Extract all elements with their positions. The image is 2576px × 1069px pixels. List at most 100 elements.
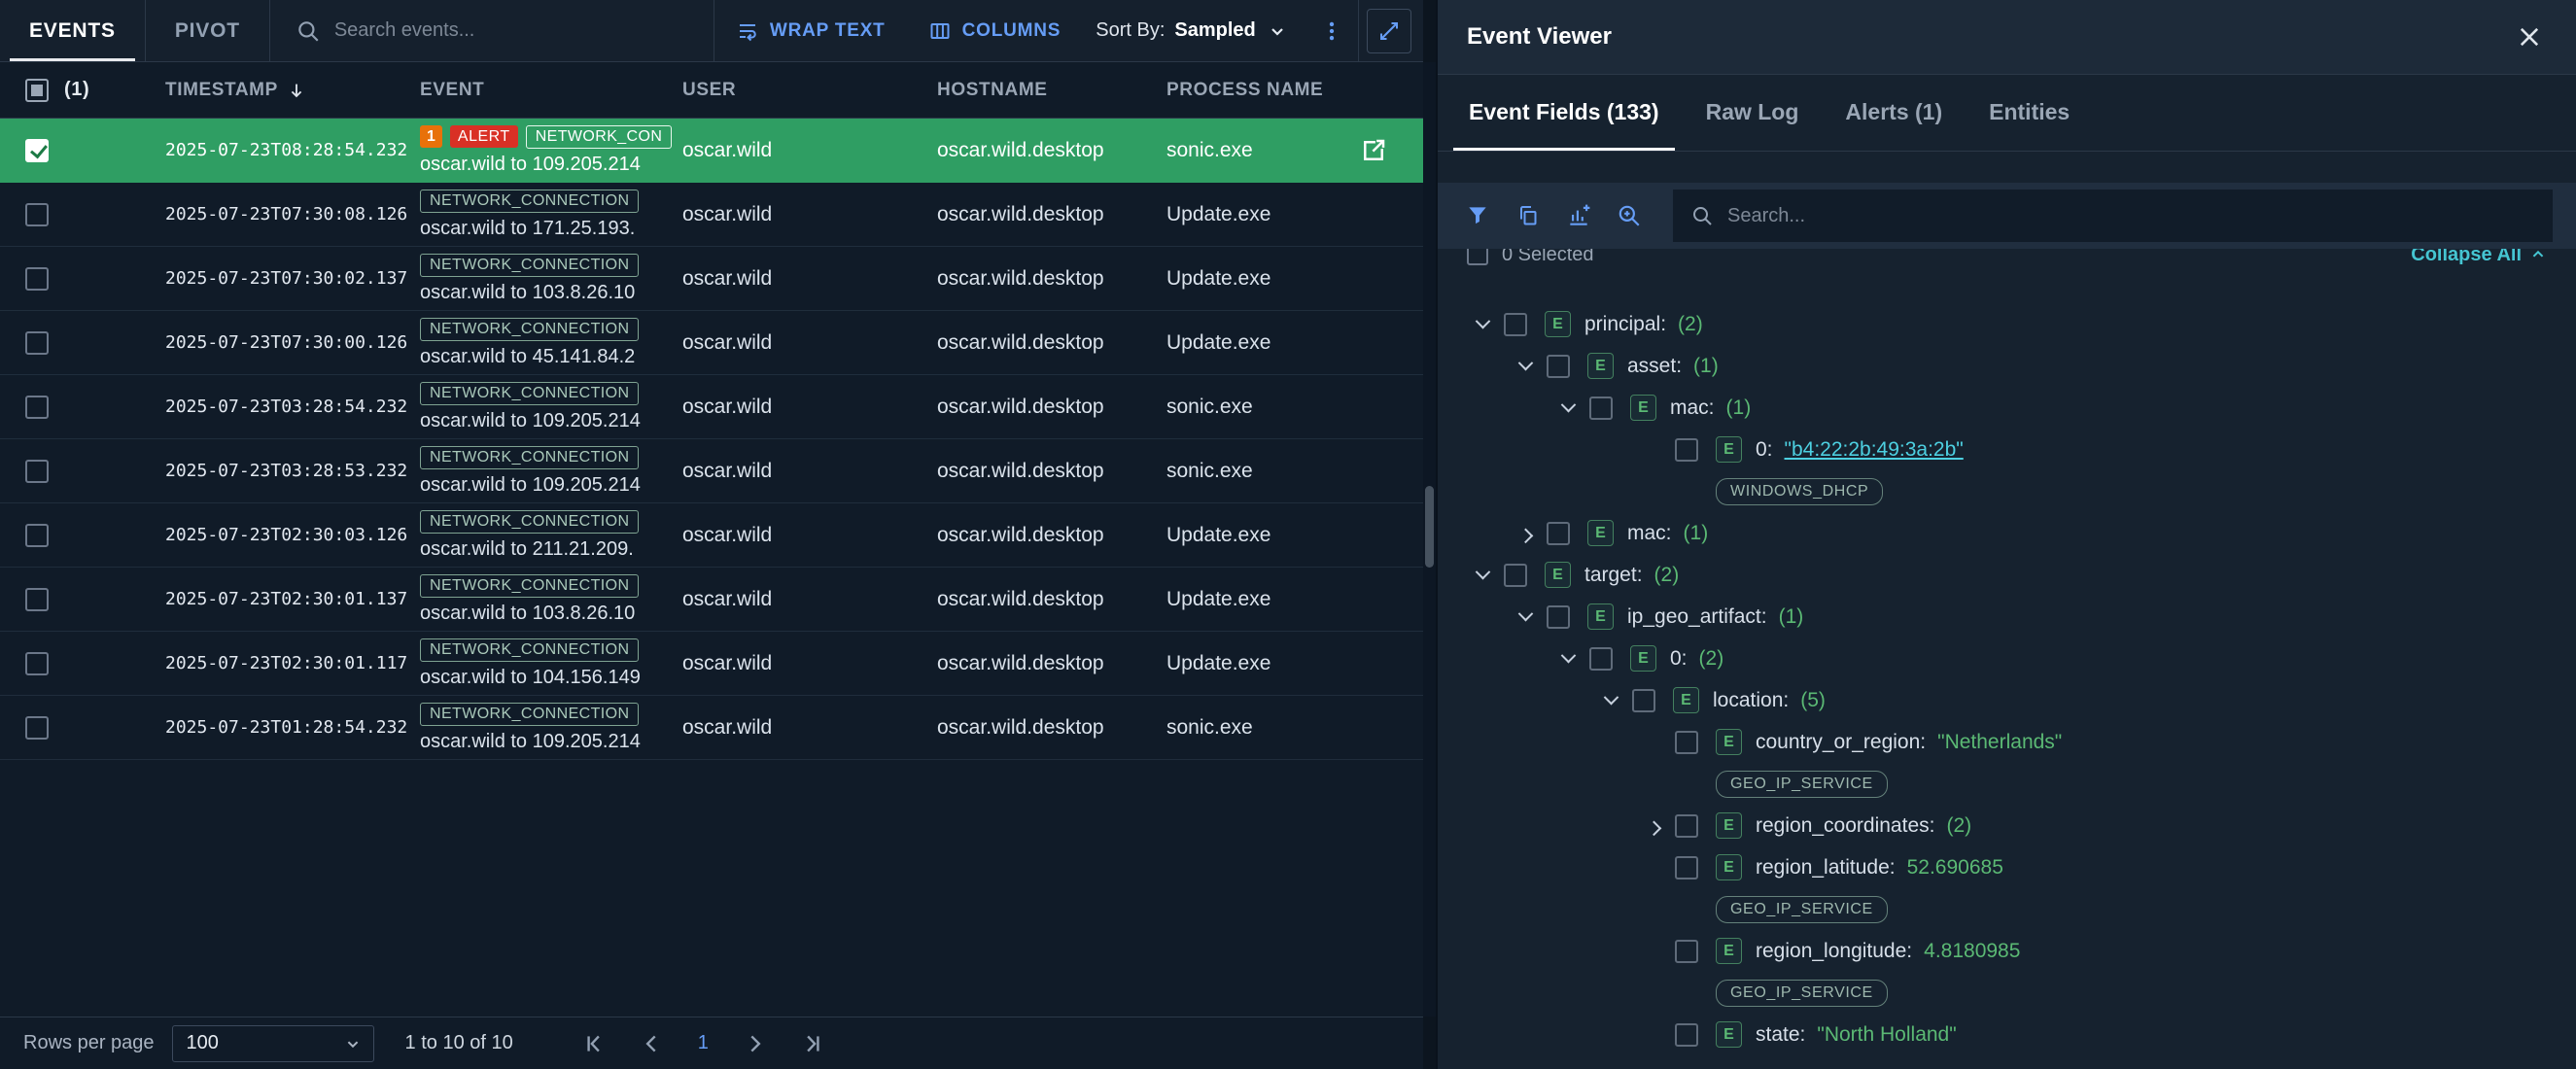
- select-all-fields-checkbox[interactable]: [1467, 249, 1488, 265]
- tree-row[interactable]: Etarget:(2): [1438, 554, 2576, 596]
- tab-alerts-1[interactable]: Alerts (1): [1822, 74, 1966, 151]
- next-page-button[interactable]: [738, 1027, 771, 1060]
- more-options-button[interactable]: [1305, 0, 1358, 61]
- chevron-right-icon[interactable]: [1646, 821, 1661, 837]
- tree-row[interactable]: Emac:(1): [1438, 387, 2576, 429]
- tree-row[interactable]: Eregion_longitude:4.8180985: [1438, 930, 2576, 972]
- tree-checkbox[interactable]: [1589, 647, 1613, 671]
- tab-events[interactable]: EVENTS: [0, 0, 145, 61]
- collapse-all-link[interactable]: Collapse All: [2411, 249, 2549, 266]
- row-checkbox[interactable]: [25, 588, 49, 611]
- row-checkbox[interactable]: [25, 331, 49, 355]
- row-checkbox[interactable]: [25, 716, 49, 740]
- sort-by-control[interactable]: Sort By: Sampled: [1082, 0, 1303, 61]
- tree-row[interactable]: Eip_geo_artifact:(1): [1438, 596, 2576, 638]
- events-search-input[interactable]: [334, 19, 655, 42]
- tree-checkbox[interactable]: [1547, 355, 1570, 378]
- row-checkbox[interactable]: [25, 203, 49, 226]
- tree-checkbox[interactable]: [1547, 522, 1570, 545]
- tree-checkbox[interactable]: [1675, 814, 1698, 838]
- tree-checkbox[interactable]: [1589, 397, 1613, 420]
- chevron-right-icon[interactable]: [1517, 529, 1533, 544]
- column-header-hostname[interactable]: HOSTNAME: [937, 80, 1166, 101]
- column-header-process-name[interactable]: PROCESS NAME: [1166, 80, 1423, 101]
- chevron-down-icon[interactable]: [1517, 356, 1533, 371]
- events-search[interactable]: [270, 0, 714, 61]
- row-checkbox[interactable]: [25, 524, 49, 547]
- event-viewer-panel: Event Viewer Event Fields (133)Raw LogAl…: [1436, 0, 2576, 1069]
- tree-checkbox[interactable]: [1675, 731, 1698, 754]
- tree-row[interactable]: E0:"b4:22:2b:49:3a:2b": [1438, 429, 2576, 470]
- chevron-down-icon[interactable]: [1603, 690, 1619, 706]
- table-row[interactable]: 2025-07-23T07:30:02.137 NETWORK_CONNECTI…: [0, 247, 1423, 311]
- row-checkbox[interactable]: [25, 139, 49, 162]
- tree-checkbox[interactable]: [1675, 856, 1698, 879]
- filter-fields-button[interactable]: [1455, 193, 1500, 238]
- prev-page-button[interactable]: [636, 1027, 669, 1060]
- table-row[interactable]: 2025-07-23T02:30:01.137 NETWORK_CONNECTI…: [0, 568, 1423, 632]
- tab-entities[interactable]: Entities: [1966, 74, 2093, 151]
- chevron-down-icon[interactable]: [1475, 565, 1490, 580]
- tree-row[interactable]: Emac:(1): [1438, 512, 2576, 554]
- columns-button[interactable]: COLUMNS: [907, 0, 1083, 61]
- tree-checkbox[interactable]: [1547, 605, 1570, 629]
- column-header-user[interactable]: USER: [682, 80, 937, 101]
- row-checkbox[interactable]: [25, 267, 49, 291]
- tree-checkbox[interactable]: [1632, 689, 1655, 712]
- table-row[interactable]: 2025-07-23T01:28:54.232 NETWORK_CONNECTI…: [0, 696, 1423, 760]
- tree-checkbox[interactable]: [1504, 564, 1527, 587]
- chevron-down-icon[interactable]: [1475, 314, 1490, 329]
- current-page[interactable]: 1: [694, 1032, 713, 1054]
- tree-row[interactable]: Ecountry_or_region:"Netherlands": [1438, 721, 2576, 763]
- row-checkbox[interactable]: [25, 652, 49, 675]
- chevron-down-icon[interactable]: [1517, 606, 1533, 622]
- table-row[interactable]: 2025-07-23T08:28:54.232 1ALERTNETWORK_CO…: [0, 119, 1423, 183]
- table-row[interactable]: 2025-07-23T03:28:53.232 NETWORK_CONNECTI…: [0, 439, 1423, 503]
- tree-row[interactable]: Easset:(1): [1438, 345, 2576, 387]
- tree-row[interactable]: E0:(2): [1438, 638, 2576, 679]
- timestamp-cell: 2025-07-23T07:30:02.137: [165, 268, 420, 289]
- tree-row[interactable]: Eprincipal:(2): [1438, 303, 2576, 345]
- tab-raw-log[interactable]: Raw Log: [1683, 74, 1823, 151]
- sort-desc-icon: [286, 80, 307, 101]
- open-event-icon[interactable]: [1359, 136, 1388, 165]
- table-row[interactable]: 2025-07-23T07:30:00.126 NETWORK_CONNECTI…: [0, 311, 1423, 375]
- add-chart-button[interactable]: [1556, 193, 1601, 238]
- column-header-event[interactable]: EVENT: [420, 80, 682, 101]
- table-row[interactable]: 2025-07-23T02:30:01.117 NETWORK_CONNECTI…: [0, 632, 1423, 696]
- first-page-button[interactable]: [577, 1027, 610, 1060]
- tree-row[interactable]: Elocation:(5): [1438, 679, 2576, 721]
- tree-row[interactable]: Eregion_coordinates:(2): [1438, 805, 2576, 846]
- select-all-checkbox[interactable]: [25, 79, 49, 102]
- row-checkbox[interactable]: [25, 396, 49, 419]
- fields-search[interactable]: [1673, 190, 2553, 242]
- table-row[interactable]: 2025-07-23T07:30:08.126 NETWORK_CONNECTI…: [0, 183, 1423, 247]
- expand-table-button[interactable]: [1367, 9, 1411, 53]
- scrollbar-thumb[interactable]: [1425, 486, 1434, 568]
- last-page-button[interactable]: [796, 1027, 829, 1060]
- table-row[interactable]: 2025-07-23T03:28:54.232 NETWORK_CONNECTI…: [0, 375, 1423, 439]
- tab-pivot[interactable]: PIVOT: [146, 0, 269, 61]
- tree-checkbox[interactable]: [1675, 1023, 1698, 1047]
- chevron-down-icon[interactable]: [1560, 397, 1576, 413]
- rows-per-page-select[interactable]: 100: [172, 1025, 374, 1062]
- row-checkbox[interactable]: [25, 460, 49, 483]
- fields-search-input[interactable]: [1727, 205, 2535, 227]
- tab-event-fields-133[interactable]: Event Fields (133): [1445, 74, 1683, 151]
- tree-row[interactable]: Eregion_latitude:52.690685: [1438, 846, 2576, 888]
- tree-checkbox[interactable]: [1675, 940, 1698, 963]
- field-value[interactable]: "b4:22:2b:49:3a:2b": [1785, 438, 1964, 462]
- table-scrollbar[interactable]: [1423, 62, 1436, 1017]
- close-button[interactable]: [2512, 19, 2547, 54]
- tree-checkbox[interactable]: [1504, 313, 1527, 336]
- column-header-timestamp[interactable]: TIMESTAMP: [165, 80, 420, 101]
- copy-fields-button[interactable]: [1506, 193, 1550, 238]
- chevron-down-icon[interactable]: [1560, 648, 1576, 664]
- process-cell: sonic.exe: [1166, 139, 1253, 162]
- tree-row[interactable]: Estate:"North Holland": [1438, 1014, 2576, 1055]
- process-cell: Update.exe: [1166, 203, 1271, 226]
- table-row[interactable]: 2025-07-23T02:30:03.126 NETWORK_CONNECTI…: [0, 503, 1423, 568]
- tree-checkbox[interactable]: [1675, 438, 1698, 462]
- udm-search-button[interactable]: [1607, 193, 1652, 238]
- wrap-text-button[interactable]: WRAP TEXT: [714, 0, 907, 61]
